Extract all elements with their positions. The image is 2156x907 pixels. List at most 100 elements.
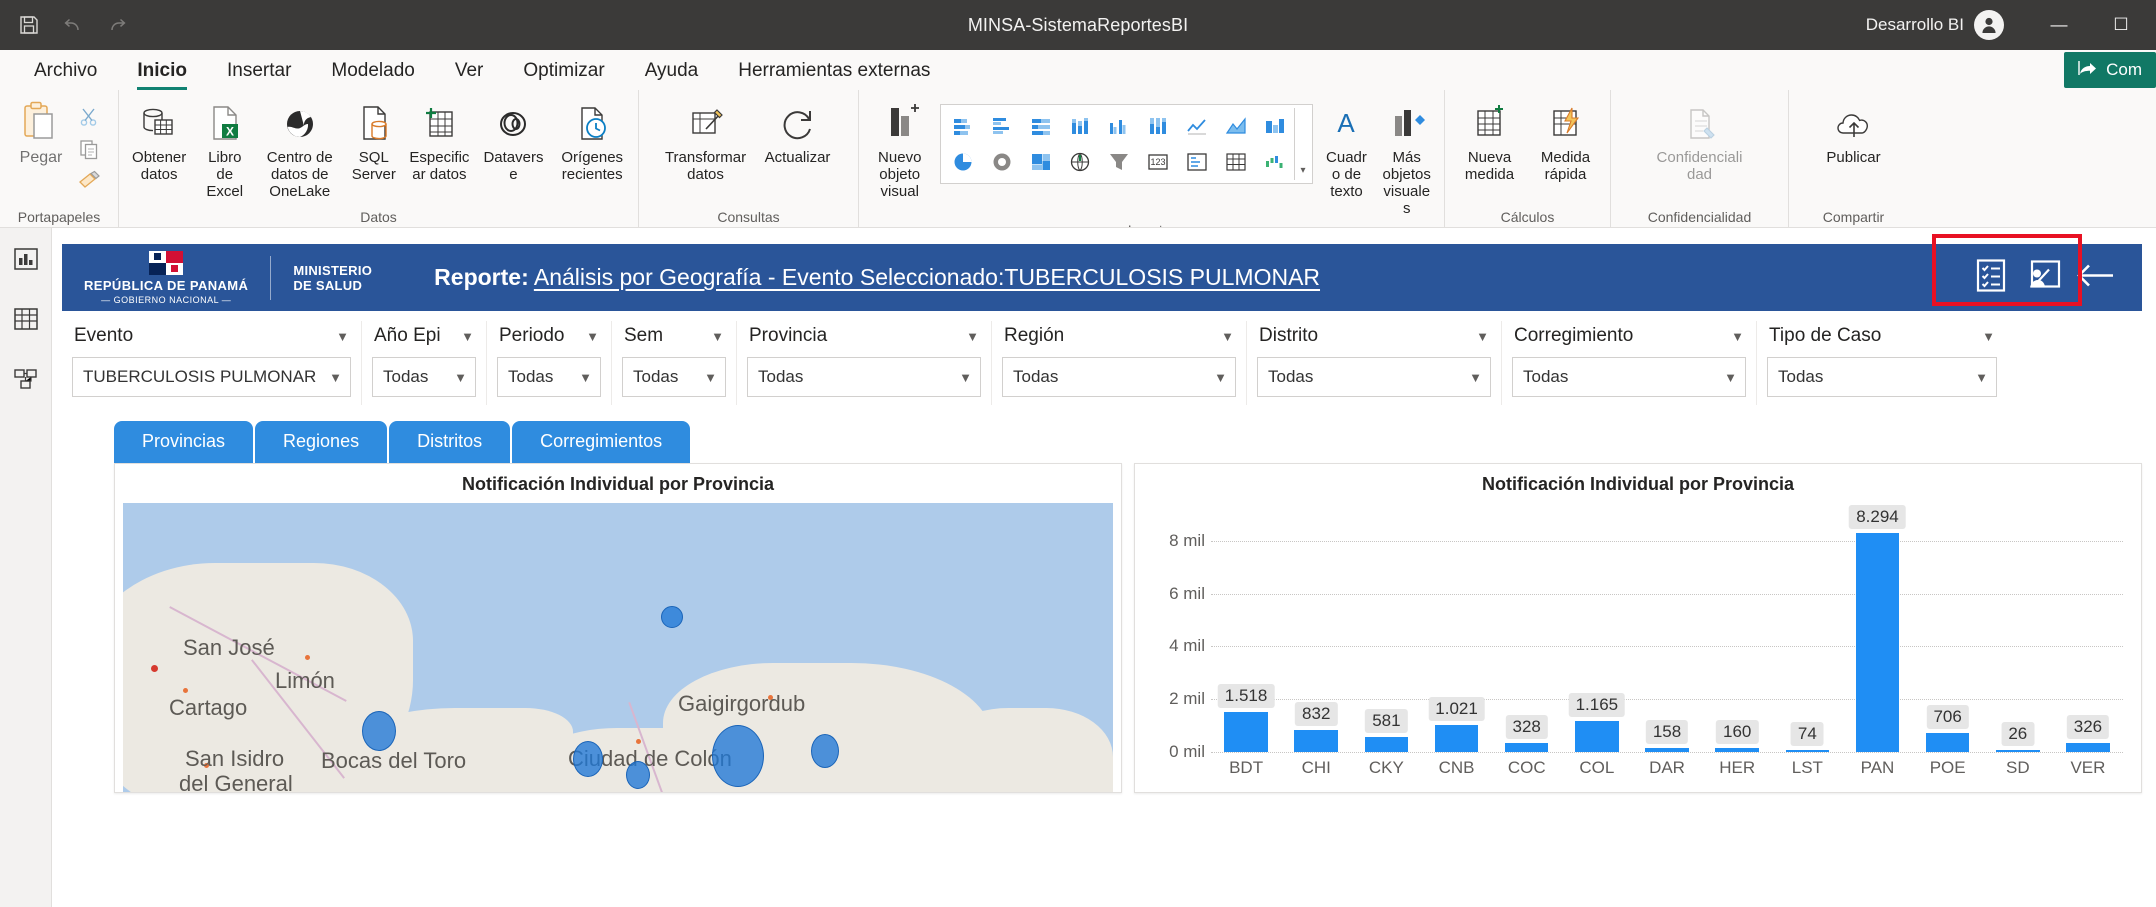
- chevron-down-icon[interactable]: ▼: [711, 329, 724, 344]
- slicer-evento[interactable]: Evento ▼ TUBERCULOSIS PULMONAR ▼: [62, 321, 362, 405]
- libro-excel-button[interactable]: X Libro de Excel: [195, 98, 254, 203]
- maximize-button[interactable]: ☐: [2090, 0, 2152, 50]
- slicer-corregimiento-header[interactable]: Corregimiento ▼: [1512, 321, 1746, 357]
- table-view-icon[interactable]: [9, 302, 43, 336]
- slicer-distrito-dropdown[interactable]: Todas ▼: [1257, 357, 1491, 397]
- map-bubble[interactable]: [573, 741, 603, 777]
- mas-objetos-visuales-button[interactable]: Más objetos visuales: [1375, 98, 1438, 220]
- slicer-distrito-header[interactable]: Distrito ▼: [1257, 321, 1491, 357]
- model-view-icon[interactable]: [9, 362, 43, 396]
- arrow-left-icon[interactable]: [2076, 259, 2118, 296]
- chevron-down-icon[interactable]: ▼: [966, 329, 979, 344]
- clustered-bar-chart-icon[interactable]: [982, 108, 1021, 144]
- ribbon-chart-icon[interactable]: [1255, 108, 1294, 144]
- map-bubble[interactable]: [661, 606, 683, 628]
- menu-tab-modelado[interactable]: Modelado: [311, 52, 434, 90]
- slicer-periodo[interactable]: Periodo ▼ Todas ▼: [487, 321, 612, 405]
- donut-chart-icon[interactable]: [982, 144, 1021, 180]
- chevron-down-icon[interactable]: ▼: [1214, 370, 1227, 385]
- bar[interactable]: [1855, 532, 1900, 752]
- bar-column[interactable]: 1.021: [1421, 509, 1491, 752]
- menu-tab-herramientas-externas[interactable]: Herramientas externas: [718, 52, 950, 90]
- medida-rapida-button[interactable]: Medida rápida: [1529, 98, 1603, 186]
- slicer-periodo-header[interactable]: Periodo ▼: [497, 321, 601, 357]
- menu-tab-optimizar[interactable]: Optimizar: [503, 52, 624, 90]
- chevron-down-icon[interactable]: ▼: [586, 329, 599, 344]
- format-painter-icon[interactable]: [74, 166, 104, 196]
- chevron-down-icon[interactable]: ▼: [1476, 329, 1489, 344]
- cuadro-de-texto-button[interactable]: A Cuadro de texto: [1319, 98, 1373, 203]
- clustered-column-chart-icon[interactable]: [1099, 108, 1138, 144]
- presentation-person-icon[interactable]: [2024, 256, 2062, 299]
- menu-tab-ayuda[interactable]: Ayuda: [625, 52, 719, 90]
- bar-column[interactable]: 581: [1351, 509, 1421, 752]
- chevron-down-icon[interactable]: ▼: [329, 370, 342, 385]
- map-visual[interactable]: Notificación Individual por Provincia Sa…: [114, 463, 1122, 793]
- multi-row-card-icon[interactable]: [1177, 144, 1216, 180]
- map-bubble[interactable]: [626, 761, 650, 789]
- undo-icon[interactable]: [60, 12, 86, 38]
- obtener-datos-button[interactable]: Obtener datos: [125, 98, 193, 186]
- bar[interactable]: [1504, 743, 1549, 752]
- bar[interactable]: [1575, 721, 1619, 752]
- especificar-datos-button[interactable]: Especificar datos: [404, 98, 474, 186]
- tab-distritos[interactable]: Distritos: [389, 421, 511, 463]
- menu-tab-insertar[interactable]: Insertar: [207, 52, 311, 90]
- bar-column[interactable]: 326: [2053, 509, 2123, 752]
- publicar-button[interactable]: Publicar: [1809, 98, 1899, 169]
- nueva-medida-button[interactable]: Nueva medida: [1453, 98, 1527, 186]
- line-chart-icon[interactable]: [1177, 108, 1216, 144]
- waterfall-chart-icon[interactable]: [1255, 144, 1294, 180]
- bar[interactable]: [1925, 733, 1970, 752]
- actualizar-button[interactable]: Actualizar: [756, 98, 840, 169]
- gallery-scroll-button[interactable]: ▾: [1294, 108, 1310, 180]
- bar-column[interactable]: 1.165: [1562, 509, 1632, 752]
- slicer-tipo-de-caso-dropdown[interactable]: Todas ▼: [1767, 357, 1997, 397]
- chevron-down-icon[interactable]: ▼: [959, 370, 972, 385]
- sql-server-button[interactable]: SQL Server: [345, 98, 402, 186]
- stacked-bar-chart-icon[interactable]: [943, 108, 982, 144]
- stacked-100-column-icon[interactable]: [1138, 108, 1177, 144]
- nuevo-objeto-visual-button[interactable]: Nuevo objeto visual: [865, 98, 934, 203]
- map-bubble[interactable]: [811, 734, 839, 768]
- chevron-down-icon[interactable]: ▼: [1469, 370, 1482, 385]
- slicer-evento-header[interactable]: Evento ▼: [72, 321, 351, 357]
- slicer-corregimiento[interactable]: Corregimiento ▼ Todas ▼: [1502, 321, 1757, 405]
- slicer-provincia-dropdown[interactable]: Todas ▼: [747, 357, 981, 397]
- bar-chart-visual[interactable]: Notificación Individual por Provincia 0 …: [1134, 463, 2142, 793]
- slicer-ano-epi-header[interactable]: Año Epi ▼: [372, 321, 476, 357]
- slicer-region[interactable]: Región ▼ Todas ▼: [992, 321, 1247, 405]
- minimize-button[interactable]: —: [2028, 0, 2090, 50]
- chevron-down-icon[interactable]: ▼: [461, 329, 474, 344]
- slicer-sem-header[interactable]: Sem ▼: [622, 321, 726, 357]
- chevron-down-icon[interactable]: ▼: [454, 370, 467, 385]
- slicer-provincia[interactable]: Provincia ▼ Todas ▼: [737, 321, 992, 405]
- transformar-datos-button[interactable]: Transformar datos: [658, 98, 754, 186]
- menu-tab-archivo[interactable]: Archivo: [14, 52, 117, 90]
- bar-column[interactable]: 160: [1702, 509, 1772, 752]
- chevron-down-icon[interactable]: ▼: [1975, 370, 1988, 385]
- slicer-tipo-de-caso[interactable]: Tipo de Caso ▼ Todas ▼: [1757, 321, 2007, 405]
- funnel-icon[interactable]: [1099, 144, 1138, 180]
- stacked-column-chart-icon[interactable]: [1060, 108, 1099, 144]
- map-container[interactable]: San José Limón Cartago San Isidro del Ge…: [123, 503, 1113, 792]
- bar[interactable]: [1434, 725, 1479, 752]
- report-view-icon[interactable]: [9, 242, 43, 276]
- slicer-sem[interactable]: Sem ▼ Todas ▼: [612, 321, 737, 405]
- slicer-region-header[interactable]: Región ▼: [1002, 321, 1236, 357]
- onelake-button[interactable]: Centro de datos de OneLake: [256, 98, 343, 203]
- bar-column[interactable]: 832: [1281, 509, 1351, 752]
- origenes-recientes-button[interactable]: Orígenes recientes: [552, 98, 632, 186]
- slicer-sem-dropdown[interactable]: Todas ▼: [622, 357, 726, 397]
- slicer-distrito[interactable]: Distrito ▼ Todas ▼: [1247, 321, 1502, 405]
- map-bubble[interactable]: [712, 725, 764, 787]
- chevron-down-icon[interactable]: ▼: [1982, 329, 1995, 344]
- map-icon[interactable]: [1060, 144, 1099, 180]
- bar-column[interactable]: 26: [1983, 509, 2053, 752]
- chevron-down-icon[interactable]: ▼: [1724, 370, 1737, 385]
- menu-tab-inicio[interactable]: Inicio: [117, 52, 207, 90]
- chevron-down-icon[interactable]: ▼: [336, 329, 349, 344]
- confidencialidad-button[interactable]: Confidencialidad: [1652, 98, 1748, 186]
- card-icon[interactable]: 123: [1138, 144, 1177, 180]
- treemap-icon[interactable]: [1021, 144, 1060, 180]
